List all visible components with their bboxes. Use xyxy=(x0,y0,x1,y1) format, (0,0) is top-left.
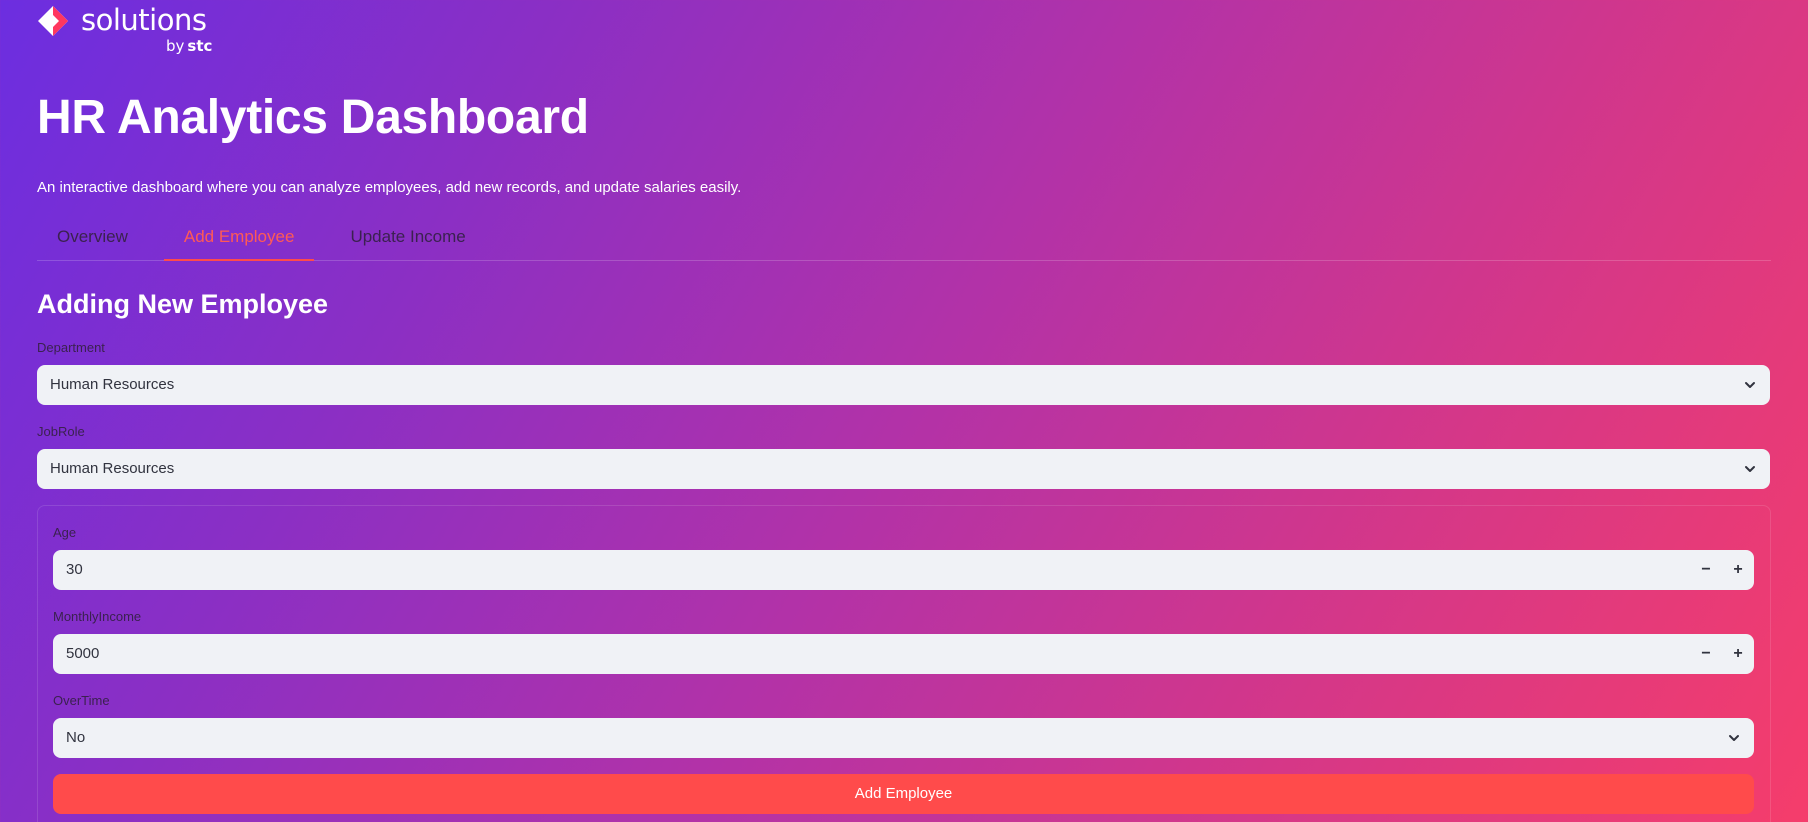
department-value: Human Resources xyxy=(50,376,175,393)
tab-add-employee[interactable]: Add Employee xyxy=(163,222,315,261)
overtime-label: OverTime xyxy=(53,693,110,708)
section-title: Adding New Employee xyxy=(37,289,329,319)
tab-bar: Overview Add Employee Update Income xyxy=(37,222,1771,261)
logo-subtext: by stc xyxy=(166,37,212,55)
tab-update-income[interactable]: Update Income xyxy=(330,222,485,260)
jobrole-value: Human Resources xyxy=(50,460,175,477)
monthly-income-increment-button[interactable]: + xyxy=(1722,634,1754,674)
stc-diamond-logo-icon xyxy=(38,6,68,36)
brand-logo[interactable]: solutions by stc xyxy=(37,3,227,55)
jobrole-label: JobRole xyxy=(37,424,85,439)
chevron-down-icon xyxy=(1745,466,1755,472)
add-employee-button[interactable]: Add Employee xyxy=(53,774,1754,814)
logo-text: solutions xyxy=(81,3,207,37)
minus-icon: − xyxy=(1701,561,1711,578)
minus-icon: − xyxy=(1701,645,1711,662)
page-subtitle: An interactive dashboard where you can a… xyxy=(37,179,742,196)
chevron-down-icon xyxy=(1745,382,1755,388)
add-employee-form: Age 30 − + MonthlyIncome 5000 − + OverTi… xyxy=(37,505,1771,822)
department-select[interactable]: Human Resources xyxy=(37,365,1770,405)
age-value: 30 xyxy=(66,561,83,578)
age-decrement-button[interactable]: − xyxy=(1690,550,1722,590)
monthly-income-decrement-button[interactable]: − xyxy=(1690,634,1722,674)
jobrole-select[interactable]: Human Resources xyxy=(37,449,1770,489)
overtime-select[interactable]: No xyxy=(53,718,1754,758)
monthly-income-value: 5000 xyxy=(66,645,100,662)
plus-icon: + xyxy=(1733,561,1743,578)
monthly-income-label: MonthlyIncome xyxy=(53,609,142,624)
tab-overview[interactable]: Overview xyxy=(37,222,148,260)
page-title: HR Analytics Dashboard xyxy=(37,91,589,144)
age-label: Age xyxy=(53,525,77,540)
monthly-income-input[interactable]: 5000 − + xyxy=(53,634,1754,674)
overtime-value: No xyxy=(66,729,86,746)
plus-icon: + xyxy=(1733,645,1743,662)
age-increment-button[interactable]: + xyxy=(1722,550,1754,590)
department-label: Department xyxy=(37,340,105,355)
logo-sub-by: by xyxy=(166,37,185,55)
logo-sub-brand: stc xyxy=(187,37,213,55)
age-input[interactable]: 30 − + xyxy=(53,550,1754,590)
chevron-down-icon xyxy=(1729,735,1739,741)
